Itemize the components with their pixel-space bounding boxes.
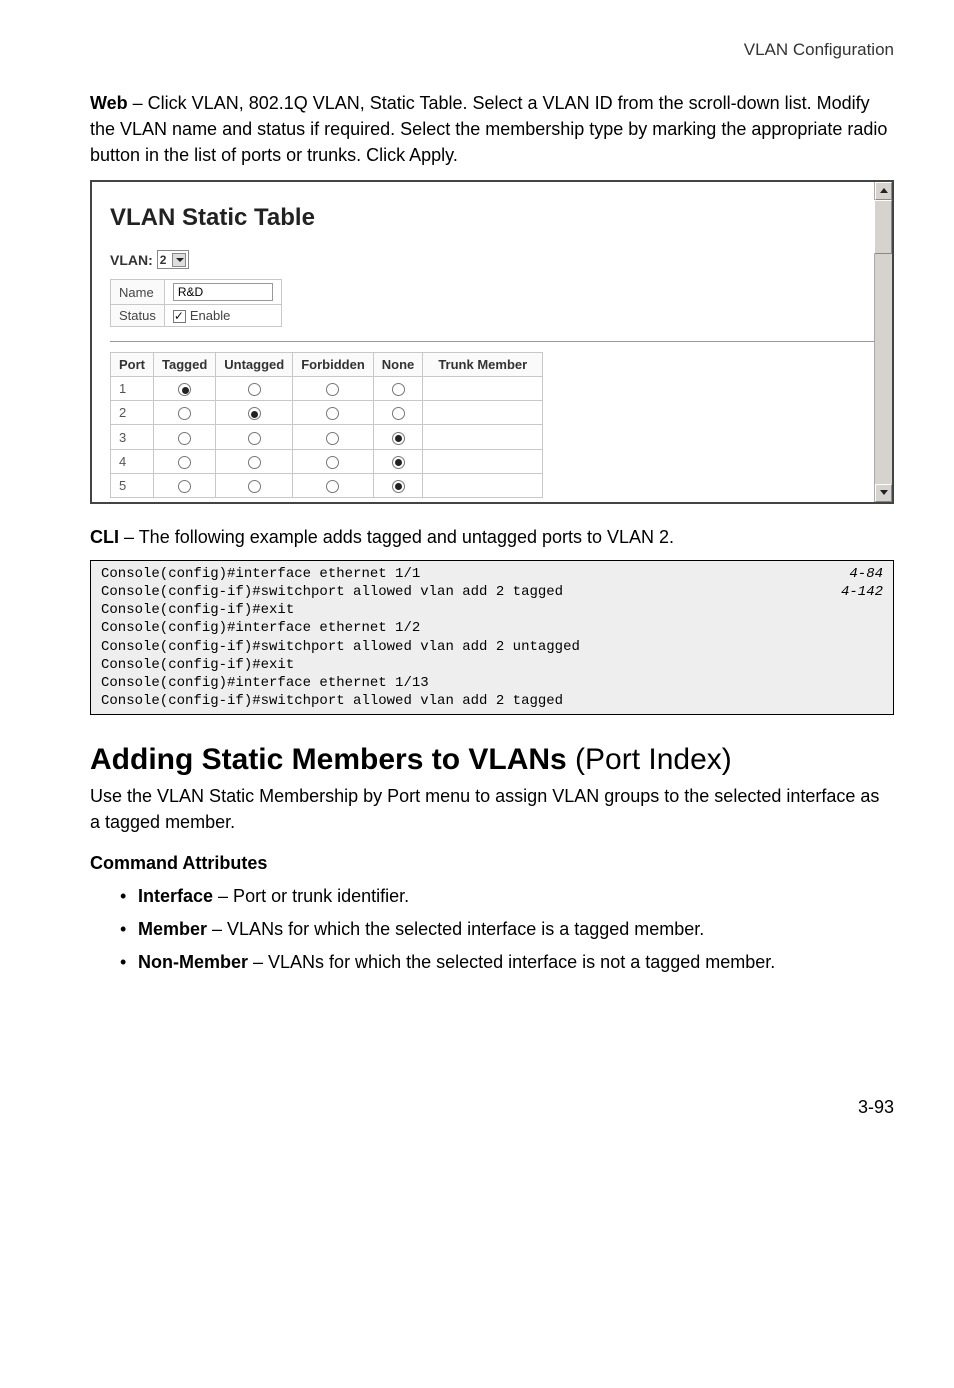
section-header: VLAN Configuration	[90, 40, 894, 60]
port-cell: 2	[111, 401, 154, 425]
trunk-cell	[423, 473, 543, 497]
screenshot-container: VLAN Static Table VLAN: 2 Name Status En…	[90, 180, 894, 503]
radio-forbidden[interactable]	[326, 432, 339, 445]
cli-right: 4-84 4-142	[841, 565, 883, 711]
section-heading-bold: Adding Static Members to VLANs	[90, 743, 567, 776]
status-cell: Enable	[164, 305, 281, 327]
section-body: Use the VLAN Static Membership by Port m…	[90, 783, 894, 835]
intro-rest: – Click VLAN, 802.1Q VLAN, Static Table.…	[90, 93, 887, 165]
radio-untagged[interactable]	[248, 456, 261, 469]
vlan-select[interactable]: 2	[157, 250, 189, 269]
radio-tagged[interactable]	[178, 407, 191, 420]
command-attributes-title: Command Attributes	[90, 853, 894, 874]
col-tagged: Tagged	[154, 353, 216, 377]
trunk-cell	[423, 377, 543, 401]
vlan-select-value: 2	[160, 253, 167, 267]
radio-untagged[interactable]	[248, 383, 261, 396]
port-cell: 5	[111, 473, 154, 497]
table-row: 1	[111, 377, 543, 401]
radio-forbidden[interactable]	[326, 456, 339, 469]
radio-untagged[interactable]	[248, 480, 261, 493]
membership-table: Port Tagged Untagged Forbidden None Trun…	[110, 352, 543, 497]
table-row: 5	[111, 473, 543, 497]
attributes-list: Interface – Port or trunk identifier. Me…	[120, 882, 894, 976]
scrollbar[interactable]	[874, 182, 892, 501]
radio-untagged[interactable]	[248, 432, 261, 445]
panel-title: VLAN Static Table	[110, 204, 874, 232]
radio-forbidden[interactable]	[326, 480, 339, 493]
name-label: Name	[111, 280, 165, 305]
radio-forbidden[interactable]	[326, 383, 339, 396]
col-untagged: Untagged	[216, 353, 293, 377]
enable-checkbox[interactable]	[173, 310, 186, 323]
radio-none[interactable]	[392, 456, 405, 469]
radio-forbidden[interactable]	[326, 407, 339, 420]
item-rest: – VLANs for which the selected interface…	[207, 919, 704, 939]
radio-none[interactable]	[392, 480, 405, 493]
name-input[interactable]	[173, 283, 273, 301]
cli-example: Console(config)#interface ethernet 1/1 C…	[90, 560, 894, 716]
cli-left: Console(config)#interface ethernet 1/1 C…	[101, 565, 580, 711]
port-cell: 1	[111, 377, 154, 401]
intro-bold: Web	[90, 93, 128, 113]
list-item: Member – VLANs for which the selected in…	[120, 915, 894, 944]
trunk-cell	[423, 401, 543, 425]
table-row: 4	[111, 449, 543, 473]
scroll-down-button[interactable]	[875, 484, 892, 502]
radio-untagged[interactable]	[248, 407, 261, 420]
scroll-up-button[interactable]	[875, 182, 892, 200]
radio-tagged[interactable]	[178, 383, 191, 396]
item-bold: Member	[138, 919, 207, 939]
table-header-row: Port Tagged Untagged Forbidden None Trun…	[111, 353, 543, 377]
name-status-table: Name Status Enable	[110, 279, 282, 327]
list-item: Interface – Port or trunk identifier.	[120, 882, 894, 911]
table-row: 2	[111, 401, 543, 425]
col-trunk: Trunk Member	[423, 353, 543, 377]
col-none: None	[373, 353, 423, 377]
section-heading: Adding Static Members to VLANs (Port Ind…	[90, 743, 894, 777]
item-bold: Non-Member	[138, 952, 248, 972]
chevron-down-icon[interactable]	[172, 253, 186, 267]
radio-none[interactable]	[392, 432, 405, 445]
item-bold: Interface	[138, 886, 213, 906]
scroll-thumb[interactable]	[874, 200, 892, 254]
divider	[110, 341, 874, 342]
radio-none[interactable]	[392, 383, 405, 396]
name-cell	[164, 280, 281, 305]
table-row: 3	[111, 425, 543, 449]
section-heading-light: (Port Index)	[567, 743, 732, 776]
status-label: Status	[111, 305, 165, 327]
col-port: Port	[111, 353, 154, 377]
radio-tagged[interactable]	[178, 432, 191, 445]
vlan-label: VLAN:	[110, 252, 153, 268]
item-rest: – Port or trunk identifier.	[213, 886, 409, 906]
cli-note-bold: CLI	[90, 527, 119, 547]
list-item: Non-Member – VLANs for which the selecte…	[120, 948, 894, 977]
cli-note: CLI – The following example adds tagged …	[90, 524, 894, 550]
port-cell: 3	[111, 425, 154, 449]
col-forbidden: Forbidden	[293, 353, 374, 377]
item-rest: – VLANs for which the selected interface…	[248, 952, 775, 972]
cli-note-rest: – The following example adds tagged and …	[119, 527, 674, 547]
trunk-cell	[423, 425, 543, 449]
radio-tagged[interactable]	[178, 456, 191, 469]
trunk-cell	[423, 449, 543, 473]
radio-none[interactable]	[392, 407, 405, 420]
intro-paragraph: Web – Click VLAN, 802.1Q VLAN, Static Ta…	[90, 90, 894, 168]
port-cell: 4	[111, 449, 154, 473]
radio-tagged[interactable]	[178, 480, 191, 493]
page-number: 3-93	[90, 1097, 894, 1118]
vlan-row: VLAN: 2	[110, 250, 874, 269]
enable-label: Enable	[190, 308, 230, 323]
